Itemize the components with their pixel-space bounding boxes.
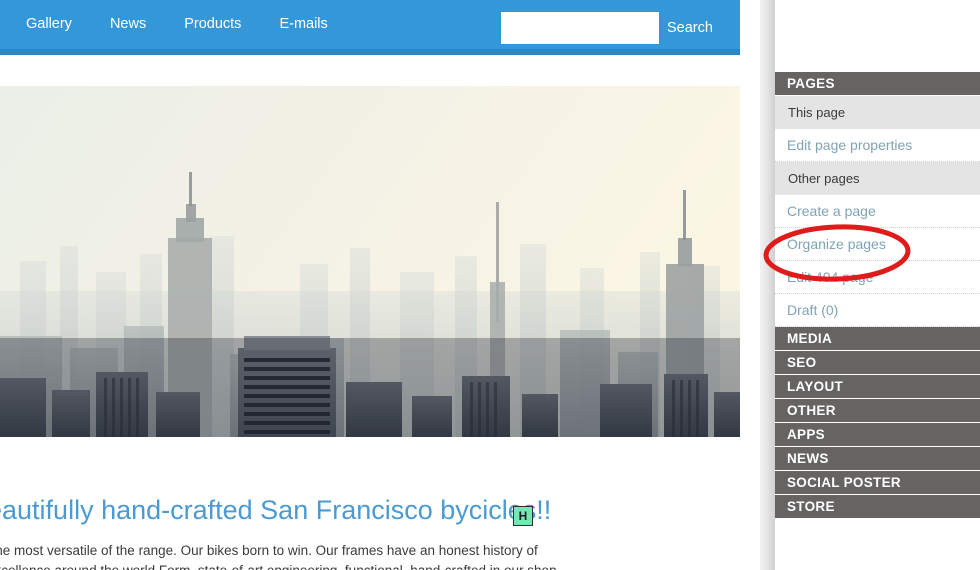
page-body-text: The most versatile of the range. Our bik… — [0, 543, 560, 570]
link-create-a-page[interactable]: Create a page — [775, 195, 980, 228]
hero-image — [0, 86, 740, 437]
section-header-store[interactable]: STORE — [775, 495, 980, 519]
panel-gutter — [760, 0, 775, 570]
admin-blank-area — [775, 0, 980, 72]
section-header-layout[interactable]: LAYOUT — [775, 375, 980, 399]
section-header-apps[interactable]: APPS — [775, 423, 980, 447]
group-label-this-page: This page — [775, 96, 980, 129]
group-label-other-pages: Other pages — [775, 162, 980, 195]
admin-sidebar: PAGES This page Edit page properties Oth… — [775, 0, 980, 570]
nav-link-products[interactable]: Products — [178, 13, 247, 36]
link-edit-404-page[interactable]: Edit 404 page — [775, 261, 980, 294]
section-header-news[interactable]: NEWS — [775, 447, 980, 471]
nav-link-news[interactable]: News — [104, 13, 152, 36]
link-edit-page-properties[interactable]: Edit page properties — [775, 129, 980, 162]
site-navbar-underline — [0, 49, 740, 55]
page-title: Beautifully hand-crafted San Francisco b… — [0, 495, 552, 525]
screenshot-root: Gallery News Products E-mails Search Bea… — [0, 0, 980, 570]
link-draft[interactable]: Draft (0) — [775, 294, 980, 327]
city-skyline-illustration — [0, 86, 740, 437]
section-header-other[interactable]: OTHER — [775, 399, 980, 423]
nav-link-emails[interactable]: E-mails — [273, 13, 333, 36]
search-input[interactable] — [501, 12, 659, 44]
search-button[interactable]: Search — [667, 12, 713, 44]
link-organize-pages[interactable]: Organize pages — [775, 228, 980, 261]
site-preview-pane: Gallery News Products E-mails Search Bea… — [0, 0, 760, 570]
section-header-pages[interactable]: PAGES — [775, 72, 980, 96]
heading-level-badge[interactable]: H — [513, 506, 533, 526]
section-header-social-poster[interactable]: SOCIAL POSTER — [775, 471, 980, 495]
site-nav-links: Gallery News Products E-mails — [20, 0, 334, 49]
nav-link-gallery[interactable]: Gallery — [20, 13, 78, 36]
section-header-media[interactable]: MEDIA — [775, 327, 980, 351]
section-header-seo[interactable]: SEO — [775, 351, 980, 375]
